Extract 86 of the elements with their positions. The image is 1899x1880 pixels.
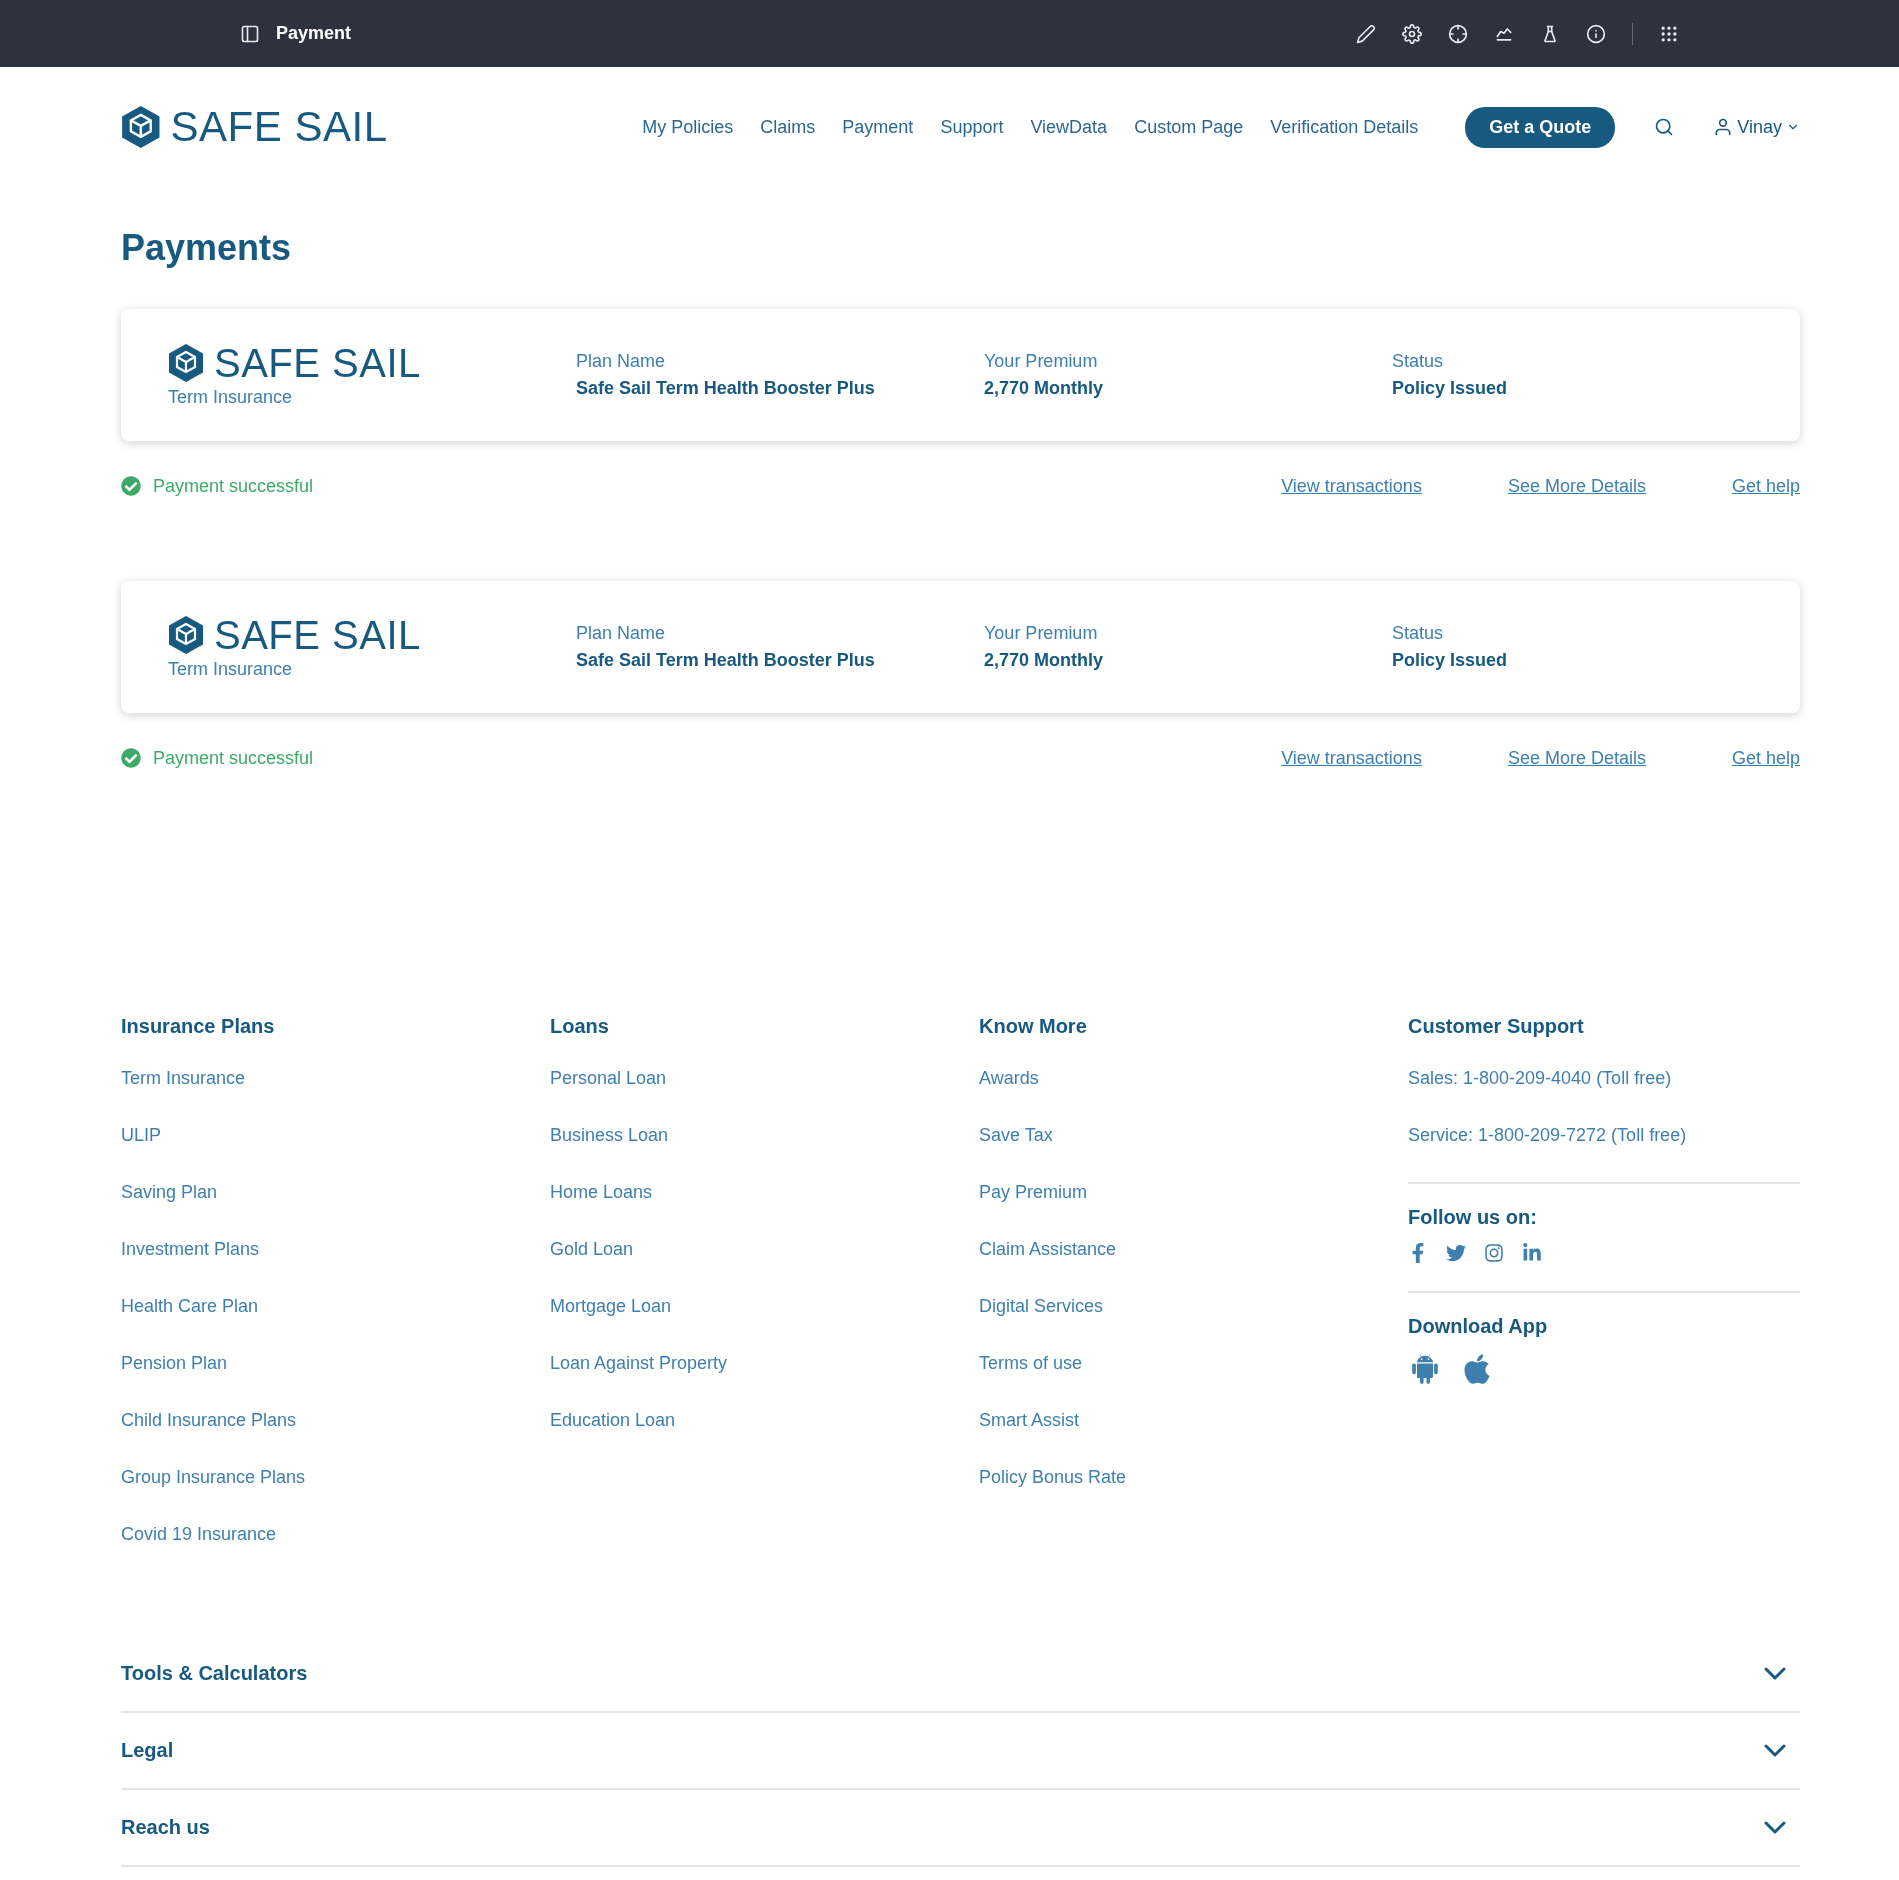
product-type: Term Insurance	[168, 658, 294, 680]
get-quote-button[interactable]: Get a Quote	[1465, 106, 1616, 148]
nav-link[interactable]: Payment	[842, 116, 914, 138]
twitter-icon[interactable]	[1446, 1243, 1466, 1263]
crosshair-icon[interactable]	[1448, 23, 1468, 44]
accordion-header[interactable]: Tools & Calculators	[121, 1636, 1800, 1713]
status-value: Policy Issued	[1392, 650, 1509, 671]
action-link[interactable]: Get help	[1731, 475, 1800, 497]
payment-status: Payment successful	[153, 747, 314, 769]
footer-heading: Loans	[550, 1015, 610, 1038]
footer-link[interactable]: Claim Assistance	[979, 1239, 1408, 1296]
user-menu-button[interactable]: Vinay	[1713, 116, 1800, 138]
chevron-icon	[1764, 1744, 1786, 1757]
nav-link[interactable]: Support	[940, 116, 1004, 138]
footer-link[interactable]: Gold Loan	[550, 1239, 979, 1296]
footer-link[interactable]: Policy Bonus Rate	[979, 1467, 1408, 1524]
field-label: Your Premium	[984, 351, 1099, 372]
footer-link[interactable]: Pension Plan	[121, 1353, 550, 1410]
sidebar-toggle-icon[interactable]	[240, 23, 260, 44]
chevron-icon	[1764, 1821, 1786, 1834]
field-label: Status	[1392, 351, 1445, 372]
field-label: Plan Name	[576, 623, 667, 644]
footer-link[interactable]: Pay Premium	[979, 1182, 1408, 1239]
linkedin-icon[interactable]	[1522, 1243, 1542, 1263]
footer-link[interactable]: Covid 19 Insurance	[121, 1524, 550, 1581]
chevron-icon	[1764, 1667, 1786, 1680]
field-label: Plan Name	[576, 351, 667, 372]
action-link[interactable]: See More Details	[1507, 747, 1646, 769]
footer-heading: Insurance Plans	[121, 1015, 276, 1038]
phone-number: Sales: 1-800-209-4040 (Toll free)	[1408, 1068, 1673, 1090]
accordion-header[interactable]: Legal	[121, 1713, 1800, 1790]
nav-link[interactable]: Claims	[760, 116, 816, 138]
instagram-icon[interactable]	[1484, 1243, 1504, 1263]
status-value: Policy Issued	[1392, 378, 1509, 399]
plan-name: Safe Sail Term Health Booster Plus	[576, 650, 876, 671]
page-heading: Payments	[121, 227, 293, 269]
footer-link[interactable]: Mortgage Loan	[550, 1296, 979, 1353]
footer-heading: Customer Support	[1408, 1015, 1585, 1038]
logo-text: SAFE SAIL	[214, 614, 421, 655]
logo-text: SAFE SAIL	[214, 342, 421, 383]
footer-link[interactable]: Home Loans	[550, 1182, 979, 1239]
nav-link[interactable]: Custom Page	[1134, 116, 1244, 138]
action-link[interactable]: Get help	[1731, 747, 1800, 769]
footer-link[interactable]: ULIP	[121, 1125, 550, 1182]
hexagon-logo-icon	[168, 342, 204, 383]
product-type: Term Insurance	[168, 386, 294, 408]
footer-link[interactable]: Awards	[979, 1068, 1408, 1125]
footer-link[interactable]: Group Insurance Plans	[121, 1467, 550, 1524]
footer-heading: Know More	[979, 1015, 1088, 1038]
logo-text: SAFE SAIL	[170, 106, 388, 148]
footer-link[interactable]: Loan Against Property	[550, 1353, 979, 1410]
payment-status: Payment successful	[153, 475, 314, 497]
footer-link[interactable]: Digital Services	[979, 1296, 1408, 1353]
footer-link[interactable]: Save Tax	[979, 1125, 1408, 1182]
settings-icon[interactable]	[1402, 23, 1422, 44]
footer-link[interactable]: Term Insurance	[121, 1068, 550, 1125]
nav-link[interactable]: Verification Details	[1270, 116, 1419, 138]
user-icon	[1713, 117, 1734, 137]
premium-value: 2,770 Monthly	[984, 650, 1105, 671]
nav-link[interactable]: ViewData	[1030, 116, 1108, 138]
page-title: Payment	[276, 23, 352, 44]
footer-link[interactable]: Saving Plan	[121, 1182, 550, 1239]
field-label: Your Premium	[984, 623, 1099, 644]
footer-heading: Download App	[1408, 1315, 1549, 1338]
footer-link[interactable]: Child Insurance Plans	[121, 1410, 550, 1467]
accordion-header[interactable]: Reach us	[121, 1790, 1800, 1867]
footer-link[interactable]: Business Loan	[550, 1125, 979, 1182]
footer-heading: Follow us on:	[1408, 1206, 1538, 1229]
footer-link[interactable]: Personal Loan	[550, 1068, 979, 1125]
field-label: Status	[1392, 623, 1445, 644]
action-link[interactable]: View transactions	[1281, 747, 1422, 769]
footer-link[interactable]: Terms of use	[979, 1353, 1408, 1410]
pencil-icon[interactable]	[1356, 23, 1376, 44]
action-link[interactable]: View transactions	[1281, 475, 1422, 497]
footer-link[interactable]: Investment Plans	[121, 1239, 550, 1296]
hexagon-logo-icon	[168, 614, 204, 655]
footer-link[interactable]: Smart Assist	[979, 1410, 1408, 1467]
action-link[interactable]: See More Details	[1507, 475, 1646, 497]
footer-link[interactable]: Education Loan	[550, 1410, 979, 1467]
phone-number: Service: 1-800-209-7272 (Toll free)	[1408, 1125, 1688, 1147]
info-icon[interactable]	[1586, 23, 1606, 44]
footer-link[interactable]: Health Care Plan	[121, 1296, 550, 1353]
premium-value: 2,770 Monthly	[984, 378, 1105, 399]
hexagon-logo-icon	[121, 105, 161, 149]
plan-name: Safe Sail Term Health Booster Plus	[576, 378, 876, 399]
nav-link[interactable]: My Policies	[642, 116, 734, 138]
